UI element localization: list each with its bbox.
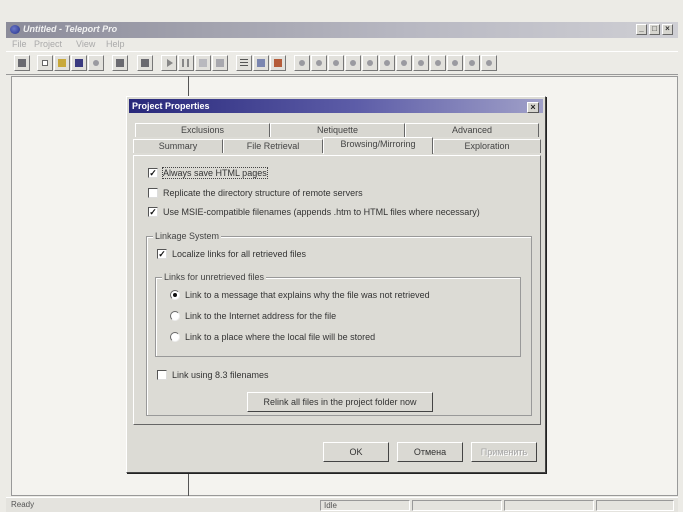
unretrieved-links-legend: Links for unretrieved files <box>162 272 267 282</box>
link-83-option[interactable]: Link using 8.3 filenames <box>157 370 357 382</box>
bookmark-icon-5[interactable] <box>362 55 378 71</box>
radio-internet-label: Link to the Internet address for the fil… <box>185 311 337 321</box>
status-panel-2 <box>412 500 502 511</box>
menu-project[interactable]: Project <box>34 39 62 49</box>
tab-summary[interactable]: Summary <box>133 139 223 153</box>
tab-netiquette[interactable]: Netiquette <box>270 123 405 137</box>
bookmark-icon-1[interactable] <box>294 55 310 71</box>
open-icon[interactable] <box>54 55 70 71</box>
bookmark-icon-6[interactable] <box>379 55 395 71</box>
bookmark-icon-8[interactable] <box>413 55 429 71</box>
radio-local-label: Link to a place where the local file wil… <box>185 332 376 342</box>
radio-message[interactable] <box>170 290 180 300</box>
tab-browsing-mirroring[interactable]: Browsing/Mirroring <box>323 137 433 154</box>
unretrieved-links-group: Links for unretrieved files Link to a me… <box>155 272 521 357</box>
menubar: File Project View Help <box>6 38 678 50</box>
radio-local[interactable] <box>170 332 180 342</box>
dialog-titlebar[interactable]: Project Properties × <box>129 99 543 113</box>
dialog-title: Project Properties <box>132 101 210 111</box>
tree-icon[interactable] <box>270 55 286 71</box>
project-properties-dialog: Project Properties × Exclusions Netiquet… <box>126 96 546 473</box>
link-83-label: Link using 8.3 filenames <box>172 370 269 380</box>
abort-icon[interactable] <box>212 55 228 71</box>
screen: Untitled - Teleport Pro _ □ × File Proje… <box>0 0 683 512</box>
replicate-dirs-label: Replicate the directory structure of rem… <box>163 188 363 198</box>
close-button[interactable]: × <box>662 24 673 35</box>
save-html-checkbox[interactable]: ✓ <box>148 168 158 178</box>
localize-checkbox[interactable]: ✓ <box>157 249 167 259</box>
window-title: Untitled - Teleport Pro <box>23 24 118 34</box>
save-html-label: Always save HTML pages <box>162 167 268 179</box>
menu-view[interactable]: View <box>76 39 95 49</box>
radio-internet-option[interactable]: Link to the Internet address for the fil… <box>170 311 510 323</box>
main-titlebar[interactable]: Untitled - Teleport Pro _ □ × <box>6 22 678 38</box>
status-panel-3 <box>504 500 594 511</box>
project-icon[interactable] <box>112 55 128 71</box>
statusbar: Ready Idle <box>6 497 678 512</box>
link-83-checkbox[interactable] <box>157 370 167 380</box>
bookmark-icon-2[interactable] <box>311 55 327 71</box>
status-text: Ready <box>11 500 35 509</box>
localize-option[interactable]: ✓ Localize links for all retrieved files <box>157 249 407 261</box>
radio-message-option[interactable]: Link to a message that explains why the … <box>170 290 510 302</box>
start-icon[interactable] <box>161 55 177 71</box>
folder-icon[interactable] <box>137 55 153 71</box>
menu-file[interactable]: File <box>12 39 27 49</box>
tab-exploration[interactable]: Exploration <box>433 139 541 153</box>
bookmark-icon-11[interactable] <box>464 55 480 71</box>
toolbar <box>6 51 678 75</box>
radio-local-option[interactable]: Link to a place where the local file wil… <box>170 332 510 344</box>
bookmark-icon-7[interactable] <box>396 55 412 71</box>
maximize-button[interactable]: □ <box>649 24 660 35</box>
msie-names-checkbox[interactable]: ✓ <box>148 207 158 217</box>
radio-message-label: Link to a message that explains why the … <box>185 290 430 300</box>
apply-button-label: Применить <box>480 447 528 457</box>
msie-names-option[interactable]: ✓ Use MSIE-compatible filenames (appends… <box>148 207 538 219</box>
bookmark-icon-9[interactable] <box>430 55 446 71</box>
list-icon[interactable] <box>236 55 252 71</box>
ok-button[interactable]: OK <box>323 442 389 462</box>
bookmark-icon-4[interactable] <box>345 55 361 71</box>
grid-icon[interactable] <box>253 55 269 71</box>
dialog-close-button[interactable]: × <box>527 102 539 113</box>
new-icon[interactable] <box>37 55 53 71</box>
tab-file-retrieval[interactable]: File Retrieval <box>223 139 323 153</box>
replicate-dirs-checkbox[interactable] <box>148 188 158 198</box>
properties-icon[interactable] <box>14 55 30 71</box>
apply-button[interactable]: Применить <box>471 442 537 462</box>
cancel-button[interactable]: Отмена <box>397 442 463 462</box>
browsing-mirroring-panel: ✓ Always save HTML pages Replicate the d… <box>133 155 541 425</box>
relink-button[interactable]: Relink all files in the project folder n… <box>247 392 433 412</box>
replicate-dirs-option[interactable]: Replicate the directory structure of rem… <box>148 188 448 200</box>
status-idle: Idle <box>320 500 410 511</box>
pause-icon[interactable] <box>178 55 194 71</box>
wizard-icon[interactable] <box>88 55 104 71</box>
save-icon[interactable] <box>71 55 87 71</box>
stop-icon[interactable] <box>195 55 211 71</box>
bookmark-icon-10[interactable] <box>447 55 463 71</box>
bookmark-icon-3[interactable] <box>328 55 344 71</box>
tab-advanced[interactable]: Advanced <box>405 123 539 137</box>
radio-internet[interactable] <box>170 311 180 321</box>
localize-label: Localize links for all retrieved files <box>172 249 307 259</box>
app-icon <box>10 25 20 34</box>
minimize-button[interactable]: _ <box>636 24 647 35</box>
save-html-option[interactable]: ✓ Always save HTML pages <box>148 167 448 180</box>
tab-exclusions[interactable]: Exclusions <box>135 123 270 137</box>
bookmark-icon-12[interactable] <box>481 55 497 71</box>
msie-names-label: Use MSIE-compatible filenames (appends .… <box>163 207 480 217</box>
linkage-system-legend: Linkage System <box>153 231 222 241</box>
menu-help[interactable]: Help <box>106 39 125 49</box>
status-panel-4 <box>596 500 674 511</box>
linkage-system-group: Linkage System ✓ Localize links for all … <box>146 231 532 416</box>
